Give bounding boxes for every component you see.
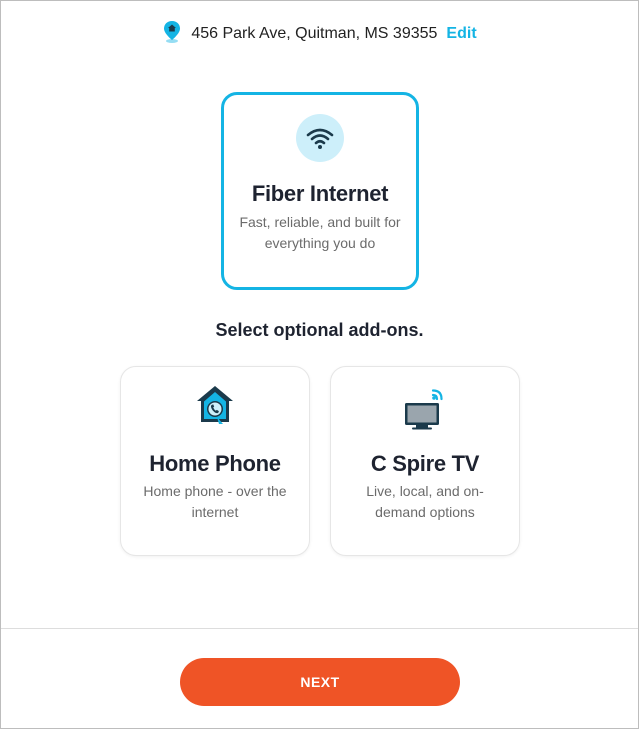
service-address: 456 Park Ave, Quitman, MS 39355 (191, 25, 438, 42)
plan-builder-panel: 456 Park Ave, Quitman, MS 39355 Edit Fib… (0, 0, 639, 729)
wifi-icon (296, 114, 344, 162)
c-spire-tv-description: Live, local, and on-demand options (366, 483, 484, 520)
edit-address-link[interactable]: Edit (446, 25, 476, 43)
next-button[interactable]: NEXT (180, 658, 460, 706)
location-pin-icon (162, 20, 182, 49)
fiber-internet-title: Fiber Internet (251, 181, 389, 206)
c-spire-tv-card[interactable]: C Spire TV Live, local, and on-demand op… (330, 366, 520, 556)
addons-heading: Select optional add-ons. (215, 320, 424, 340)
home-phone-title: Home Phone (149, 451, 281, 476)
fiber-internet-description: Fast, reliable, and built for everything… (239, 214, 401, 251)
home-phone-description: Home phone - over the internet (143, 483, 287, 520)
c-spire-tv-title: C Spire TV (370, 451, 480, 476)
home-phone-icon (121, 384, 309, 432)
home-phone-card[interactable]: Home Phone Home phone - over the interne… (120, 366, 310, 556)
footer-divider (1, 628, 638, 629)
address-bar: 456 Park Ave, Quitman, MS 39355 Edit (1, 20, 638, 49)
fiber-internet-card[interactable]: Fiber Internet Fast, reliable, and built… (221, 92, 419, 290)
tv-icon (331, 387, 519, 431)
